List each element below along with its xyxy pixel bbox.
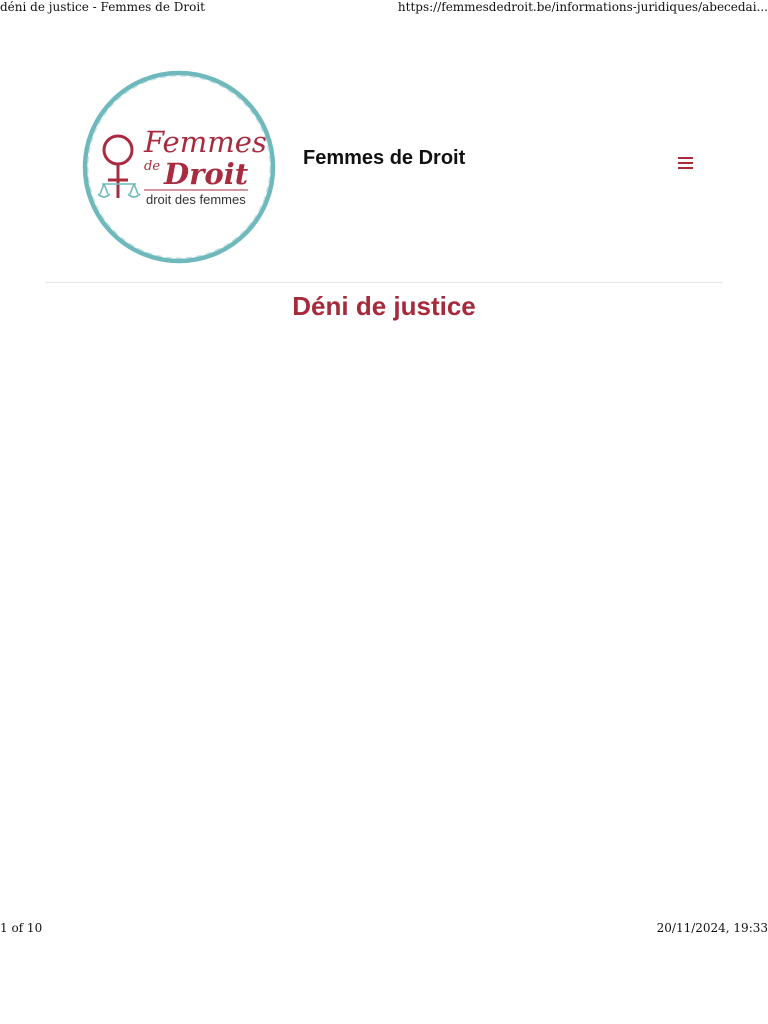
- print-page-title: déni de justice - Femmes de Droit: [0, 0, 205, 14]
- site-title[interactable]: Femmes de Droit: [303, 147, 465, 170]
- logo-wordmark-droit: Droit: [163, 157, 249, 191]
- header-divider: [45, 282, 723, 283]
- print-page-url: https://femmesdedroit.be/informations-ju…: [397, 0, 768, 14]
- hamburger-menu-icon: [674, 153, 696, 169]
- menu-toggle-button[interactable]: [674, 153, 696, 171]
- print-page-number: 1 of 10: [0, 921, 43, 935]
- logo-tagline: droit des femmes: [146, 192, 246, 207]
- site-header: Femmes de Droit droit des femmes Femmes …: [45, 60, 723, 283]
- logo-emblem-icon: Femmes de Droit droit des femmes: [82, 70, 276, 264]
- site-logo[interactable]: Femmes de Droit droit des femmes: [78, 66, 280, 268]
- print-footer: 1 of 10 20/11/2024, 19:33: [0, 921, 768, 937]
- logo-wordmark-de: de: [144, 159, 160, 174]
- print-header: déni de justice - Femmes de Droit https:…: [0, 0, 768, 16]
- page-title: Déni de justice: [292, 291, 476, 321]
- print-timestamp: 20/11/2024, 19:33: [656, 921, 768, 935]
- logo-wordmark-femmes: Femmes: [143, 125, 267, 159]
